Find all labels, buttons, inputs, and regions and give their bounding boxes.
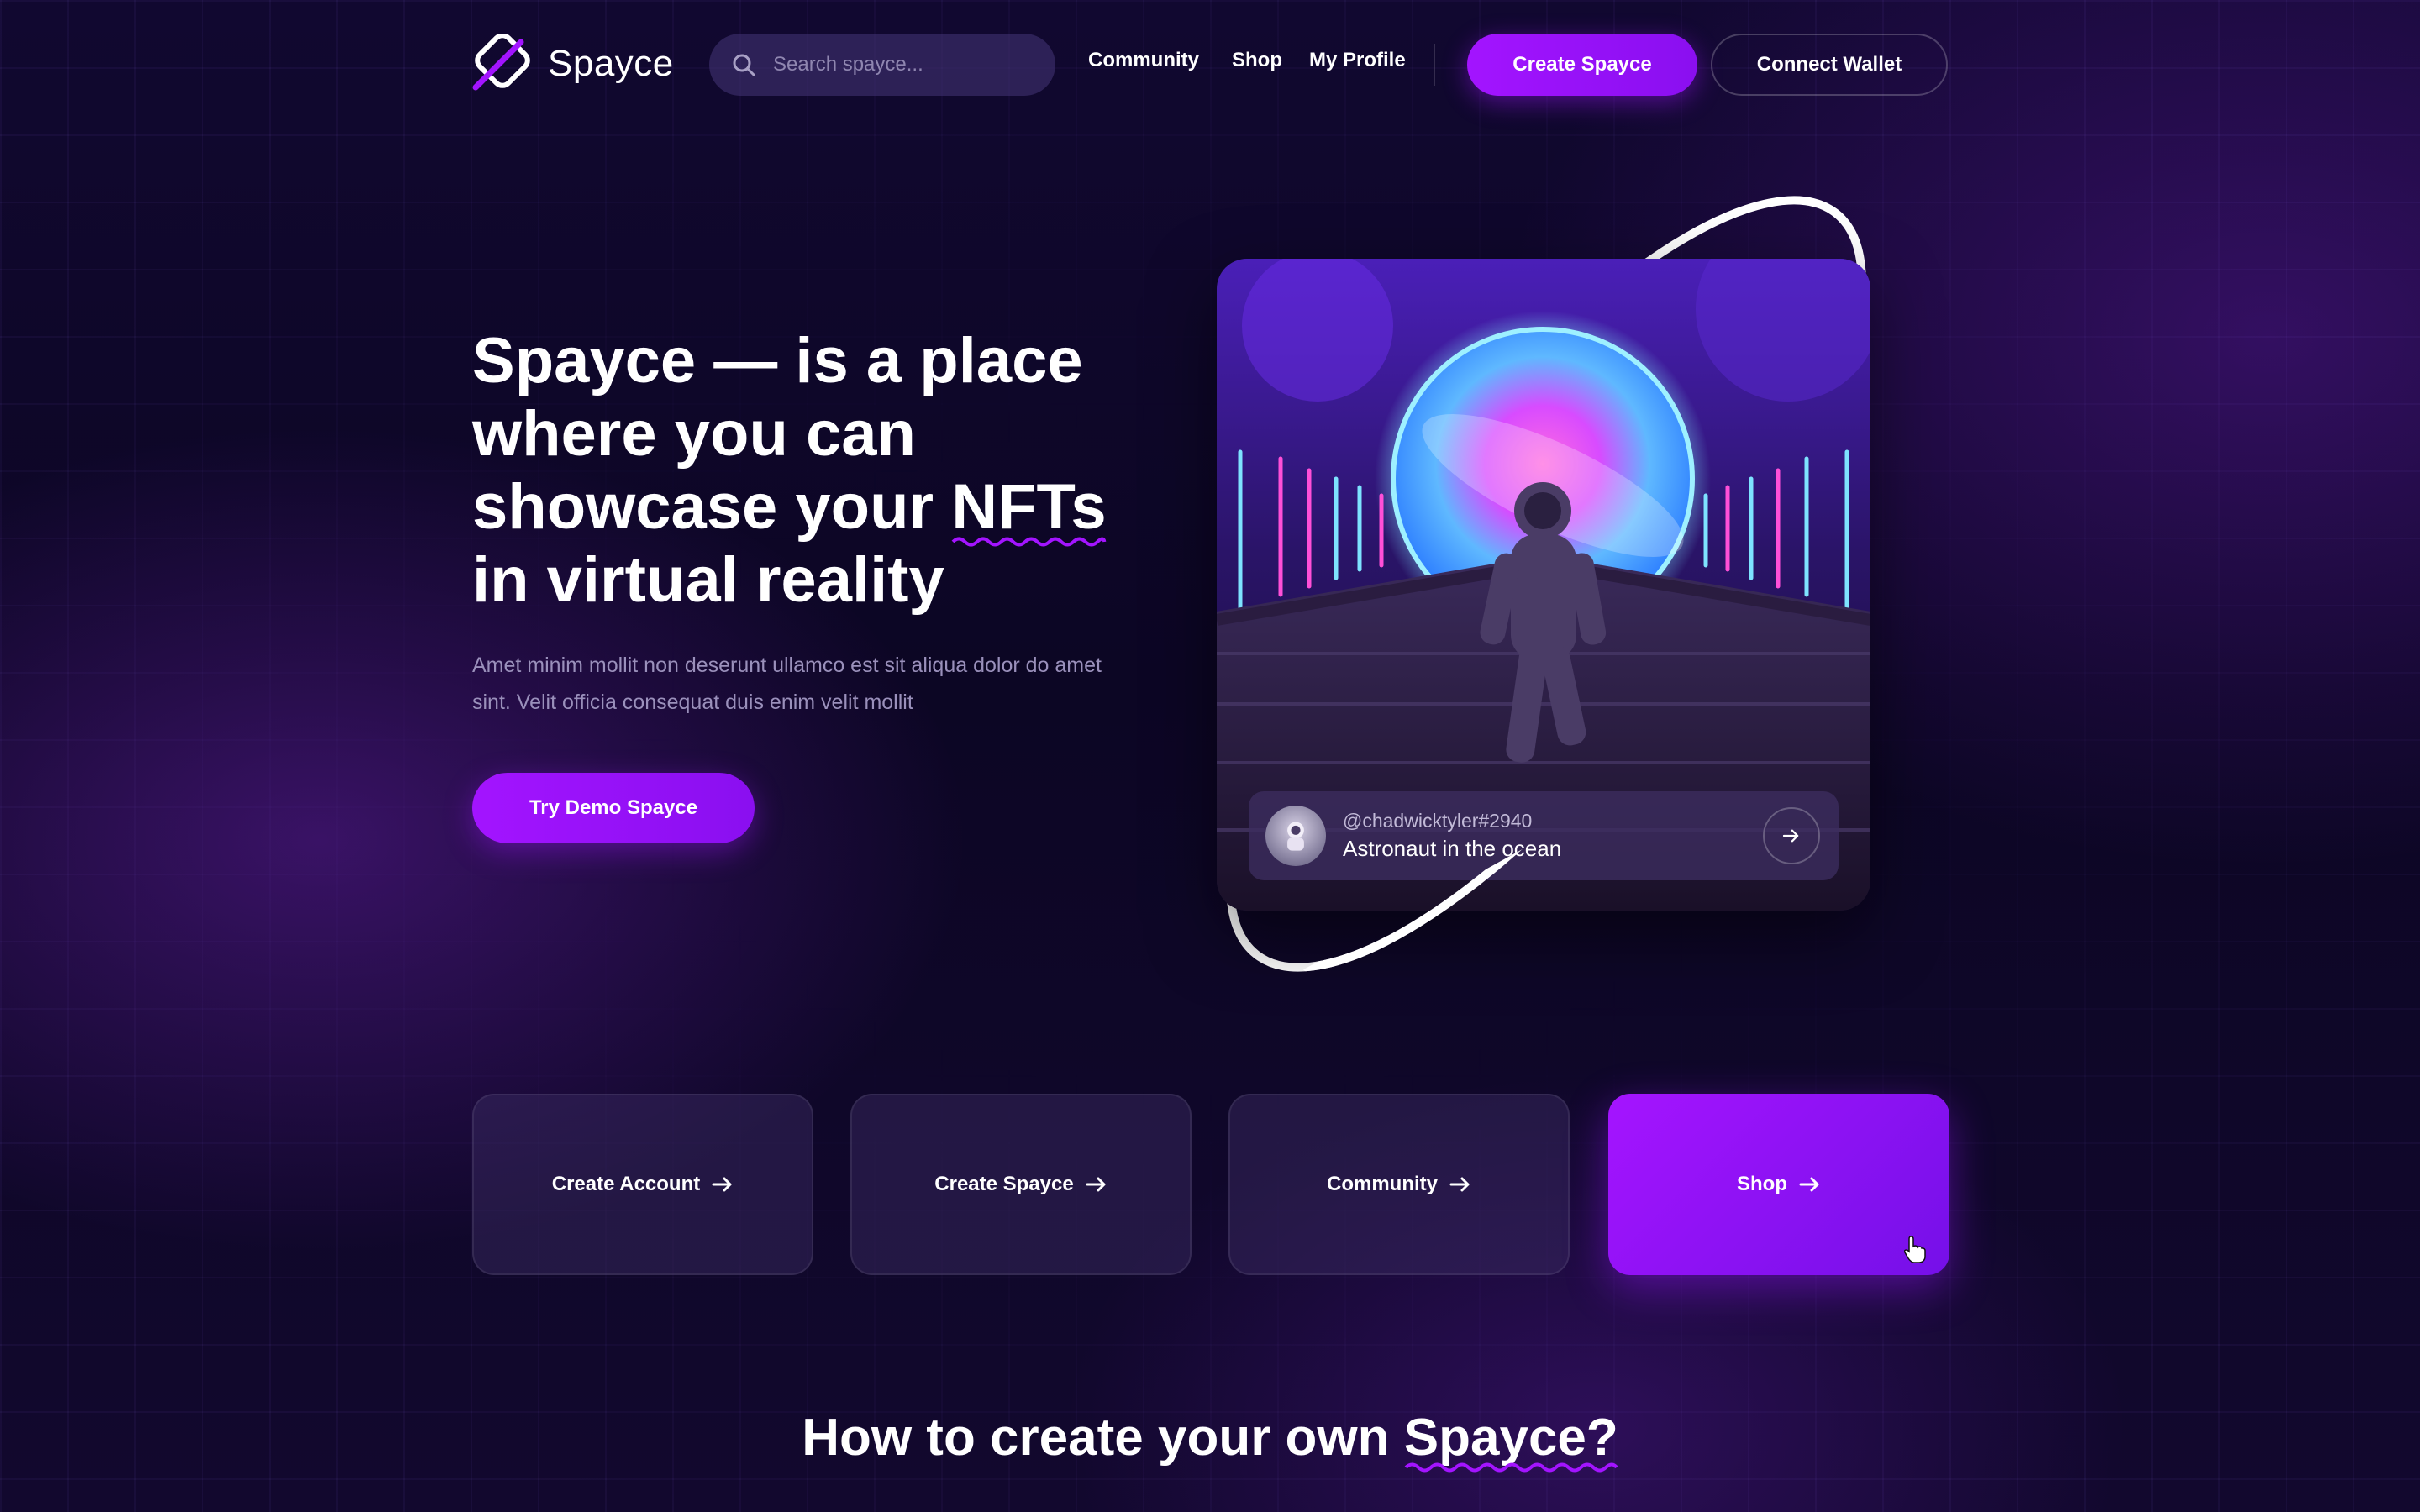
hero-title-line-3: showcase your — [472, 471, 952, 543]
create-spayce-button[interactable]: Create Spayce — [1467, 34, 1697, 96]
nav-divider — [1434, 44, 1435, 86]
hero-title: Spayce — is a place where you can showca… — [472, 324, 1144, 617]
nft-info-bar: @chadwicktyler#2940 Astronaut in the oce… — [1249, 791, 1839, 880]
hero-title-line-1: Spayce — is a place — [472, 325, 1083, 396]
nft-meta: @chadwicktyler#2940 Astronaut in the oce… — [1343, 808, 1763, 864]
section-title-highlight: Spayce? — [1403, 1408, 1618, 1473]
nft-open-button[interactable] — [1763, 807, 1820, 864]
spayce-logo-icon — [472, 34, 530, 91]
hand-cursor-icon — [1904, 1236, 1926, 1263]
nft-title: Astronaut in the ocean — [1343, 836, 1562, 861]
nft-showcase-card[interactable]: @chadwicktyler#2940 Astronaut in the oce… — [1217, 259, 1870, 911]
quick-card-label: Shop — [1737, 1173, 1787, 1195]
arrow-right-icon — [1449, 1177, 1470, 1192]
arrow-right-icon — [1799, 1177, 1819, 1192]
quick-card-create-spayce[interactable]: Create Spayce — [850, 1094, 1192, 1275]
section-title-prefix: How to create your own — [802, 1409, 1404, 1467]
astronaut-avatar-icon — [1287, 822, 1304, 851]
hero-title-line-2: where you can — [472, 398, 916, 470]
quick-card-create-account[interactable]: Create Account — [472, 1094, 813, 1275]
nav-link-my-profile[interactable]: My Profile — [1309, 49, 1406, 72]
nft-creator-username: @chadwicktyler#2940 — [1343, 810, 1533, 832]
section-title-highlight-text: Spayce? — [1403, 1409, 1618, 1467]
arrow-right-icon — [712, 1177, 732, 1192]
quick-card-label: Create Spayce — [934, 1173, 1074, 1195]
nav-link-shop[interactable]: Shop — [1232, 49, 1282, 72]
quick-card-shop[interactable]: Shop — [1608, 1094, 1949, 1275]
hero-subtitle: Amet minim mollit non deserunt ullamco e… — [472, 654, 1102, 714]
connect-wallet-button[interactable]: Connect Wallet — [1711, 34, 1948, 96]
quick-card-label: Community — [1327, 1173, 1438, 1195]
how-to-section-title: How to create your own Spayce? — [0, 1408, 2420, 1473]
squiggle-underline — [1404, 1462, 1618, 1473]
quick-card-community[interactable]: Community — [1228, 1094, 1570, 1275]
creator-avatar — [1265, 806, 1326, 866]
hero-title-highlight-text: NFTs — [951, 471, 1107, 543]
search-box[interactable] — [709, 34, 1055, 96]
hero-title-highlight: NFTs — [951, 470, 1107, 547]
squiggle-underline — [951, 537, 1107, 547]
background-grid — [0, 0, 2420, 1512]
brand-name: Spayce — [548, 43, 674, 84]
quick-card-label: Create Account — [551, 1173, 701, 1195]
top-navigation: Spayce Community Shop My Profile Create … — [0, 0, 2420, 128]
hero-title-line-5: in virtual reality — [472, 544, 944, 616]
brand-logo[interactable]: Spayce — [471, 34, 674, 94]
try-demo-button[interactable]: Try Demo Spayce — [472, 773, 755, 843]
search-icon — [733, 54, 755, 76]
search-input[interactable] — [771, 52, 1027, 77]
arrow-right-icon — [1782, 829, 1799, 843]
arrow-right-icon — [1086, 1177, 1106, 1192]
nav-link-community[interactable]: Community — [1088, 49, 1199, 72]
